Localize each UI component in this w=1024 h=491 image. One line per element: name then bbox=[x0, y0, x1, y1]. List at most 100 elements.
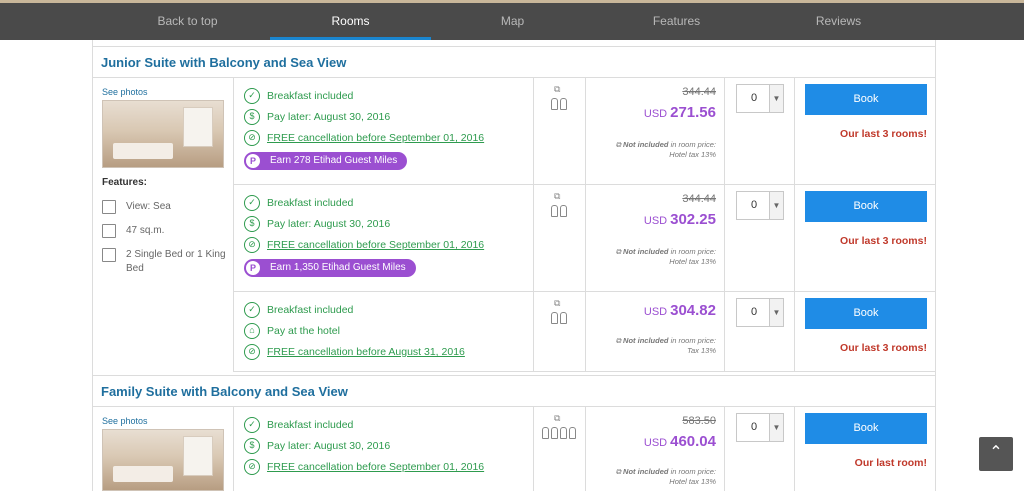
room-photo-bed bbox=[113, 143, 173, 159]
chevron-down-icon: ▼ bbox=[769, 85, 783, 112]
rate-row: ✓ Breakfast included $ Pay later: August 3… bbox=[234, 407, 935, 491]
feature-view: View: Sea bbox=[102, 200, 232, 216]
room-photo-window bbox=[183, 107, 213, 147]
nav-back-to-top[interactable]: Back to top bbox=[107, 3, 268, 40]
room-title: Junior Suite with Balcony and Sea View bbox=[93, 46, 935, 78]
book-button[interactable]: Book bbox=[805, 84, 927, 115]
rate-conditions: ✓ Breakfast included ⌂ Pay at the hotel ⊘ F… bbox=[234, 292, 534, 371]
see-photos-link[interactable]: See photos bbox=[102, 87, 148, 97]
miles-badge: P Earn 278 Etihad Guest Miles bbox=[244, 152, 408, 170]
wallet-icon: $ bbox=[244, 109, 260, 125]
nav-rooms[interactable]: Rooms bbox=[270, 3, 431, 40]
person-icon bbox=[551, 98, 558, 110]
room-photo-bed bbox=[113, 466, 173, 482]
old-price: 344.44 bbox=[682, 193, 716, 205]
room-info: See photos Features: View: Sea 47 sq.m. … bbox=[93, 78, 234, 372]
info-icon[interactable]: ⧉ bbox=[554, 298, 560, 309]
old-price: 344.44 bbox=[682, 86, 716, 98]
price-cell: 344.44 USD 302.25 ⧉ Not included in room … bbox=[586, 185, 725, 291]
see-photos-link[interactable]: See photos bbox=[102, 416, 148, 426]
current-price: USD 304.82 bbox=[643, 302, 716, 319]
occupancy: ⧉ bbox=[534, 78, 586, 184]
info-icon[interactable]: ⧉ bbox=[554, 413, 560, 424]
price-note: ⧉ Not included in room price: Hotel tax 1… bbox=[615, 247, 716, 266]
feature-area: 47 sq.m. bbox=[102, 224, 232, 240]
price-cell: USD 304.82 ⧉ Not included in room price: T… bbox=[586, 292, 725, 371]
price-cell: 583.50 USD 460.04 ⧉ Not included in room … bbox=[586, 407, 725, 491]
view-icon bbox=[102, 200, 116, 214]
price-note: ⧉ Not included in room price: Hotel tax 1… bbox=[615, 140, 716, 159]
person-icon bbox=[560, 312, 567, 324]
nav-map[interactable]: Map bbox=[432, 3, 593, 40]
price-note: ⧉ Not included in room price: Tax 13% bbox=[615, 336, 716, 355]
double-chevron-up-icon: ⌃ bbox=[989, 444, 1003, 461]
person-icon bbox=[560, 205, 567, 217]
check-icon: ✓ bbox=[244, 195, 260, 211]
rate-conditions: ✓ Breakfast included $ Pay later: August 3… bbox=[234, 407, 534, 491]
price-note: ⧉ Not included in room price: Hotel tax 1… bbox=[615, 467, 716, 486]
rate-conditions: ✓ Breakfast included $ Pay later: August 3… bbox=[234, 78, 534, 184]
book-button[interactable]: Book bbox=[805, 191, 927, 222]
room-photo-window bbox=[183, 436, 213, 476]
rate-row: ✓ Breakfast included $ Pay later: August 3… bbox=[234, 78, 935, 185]
current-price: USD 460.04 bbox=[643, 433, 716, 450]
person-icon bbox=[560, 427, 567, 439]
chevron-down-icon: ▼ bbox=[769, 414, 783, 441]
scroll-to-top-button[interactable]: ⌃ bbox=[979, 437, 1013, 471]
room-photo[interactable] bbox=[102, 429, 224, 491]
rate-row: ✓ Breakfast included $ Pay later: August 3… bbox=[234, 185, 935, 292]
cancellation-icon: ⊘ bbox=[244, 344, 260, 360]
room-info: See photos bbox=[93, 407, 234, 491]
book-button[interactable]: Book bbox=[805, 413, 927, 444]
miles-badge: P Earn 1,350 Etihad Guest Miles bbox=[244, 259, 416, 277]
current-price: USD 271.56 bbox=[643, 104, 716, 121]
current-price: USD 302.25 bbox=[643, 211, 716, 228]
room-quantity-select[interactable]: 0 ▼ bbox=[736, 84, 784, 113]
occupancy: ⧉ bbox=[534, 407, 586, 491]
room-photo[interactable] bbox=[102, 100, 224, 168]
old-price: 583.50 bbox=[682, 415, 716, 427]
wallet-icon: $ bbox=[244, 438, 260, 454]
rate-conditions: ✓ Breakfast included $ Pay later: August 3… bbox=[234, 185, 534, 291]
chevron-down-icon: ▼ bbox=[769, 192, 783, 219]
availability-note: Our last 3 rooms! bbox=[840, 235, 927, 247]
area-icon bbox=[102, 224, 116, 238]
bed-icon bbox=[102, 248, 116, 262]
occupancy: ⧉ bbox=[534, 185, 586, 291]
check-icon: ✓ bbox=[244, 417, 260, 433]
section-nav: Back to top Rooms Map Features Reviews bbox=[0, 0, 1024, 40]
info-icon[interactable]: ⧉ bbox=[554, 191, 560, 202]
quantity-cell: 0 ▼ bbox=[725, 78, 795, 184]
room-quantity-select[interactable]: 0 ▼ bbox=[736, 413, 784, 442]
availability-note: Our last room! bbox=[854, 457, 927, 469]
person-icon bbox=[551, 205, 558, 217]
miles-icon: P bbox=[246, 261, 260, 275]
price-cell: 344.44 USD 271.56 ⧉ Not included in room … bbox=[586, 78, 725, 184]
quantity-cell: 0 ▼ bbox=[725, 407, 795, 491]
person-icon bbox=[542, 427, 549, 439]
check-icon: ✓ bbox=[244, 88, 260, 104]
hotel-icon: ⌂ bbox=[244, 323, 260, 339]
availability-note: Our last 3 rooms! bbox=[840, 128, 927, 140]
chevron-down-icon: ▼ bbox=[769, 299, 783, 326]
features-label: Features: bbox=[102, 177, 148, 188]
room-quantity-select[interactable]: 0 ▼ bbox=[736, 298, 784, 327]
person-icon bbox=[551, 427, 558, 439]
person-icon bbox=[551, 312, 558, 324]
wallet-icon: $ bbox=[244, 216, 260, 232]
miles-icon: P bbox=[246, 154, 260, 168]
cancellation-icon: ⊘ bbox=[244, 459, 260, 475]
nav-reviews[interactable]: Reviews bbox=[758, 3, 919, 40]
book-button[interactable]: Book bbox=[805, 298, 927, 329]
quantity-cell: 0 ▼ bbox=[725, 185, 795, 291]
check-icon: ✓ bbox=[244, 302, 260, 318]
quantity-cell: 0 ▼ bbox=[725, 292, 795, 371]
cancellation-icon: ⊘ bbox=[244, 237, 260, 253]
nav-features[interactable]: Features bbox=[596, 3, 757, 40]
occupancy: ⧉ bbox=[534, 292, 586, 371]
availability-note: Our last 3 rooms! bbox=[840, 342, 927, 354]
person-icon bbox=[560, 98, 567, 110]
info-icon[interactable]: ⧉ bbox=[554, 84, 560, 95]
person-icon bbox=[569, 427, 576, 439]
room-quantity-select[interactable]: 0 ▼ bbox=[736, 191, 784, 220]
